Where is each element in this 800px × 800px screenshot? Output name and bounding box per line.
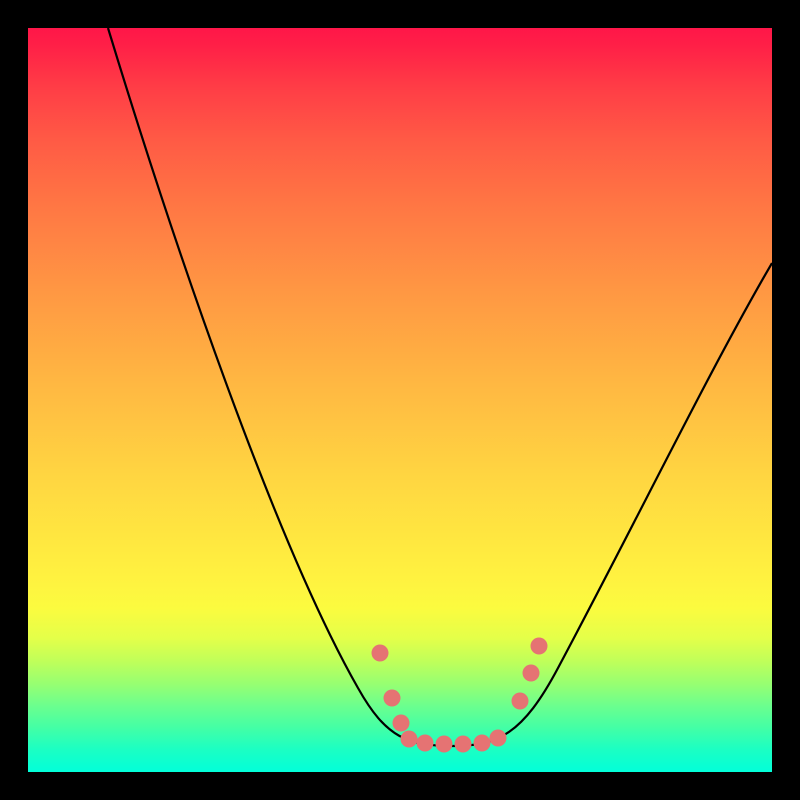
valley-marker	[401, 731, 418, 748]
valley-marker	[436, 736, 453, 753]
valley-marker	[393, 715, 410, 732]
valley-marker	[523, 665, 540, 682]
valley-marker	[455, 736, 472, 753]
chart-plot-area	[28, 28, 772, 772]
valley-marker	[531, 638, 548, 655]
valley-marker	[384, 690, 401, 707]
curve-path	[108, 28, 772, 746]
valley-marker	[512, 693, 529, 710]
valley-marker	[490, 730, 507, 747]
valley-marker	[372, 645, 389, 662]
bottleneck-curve	[28, 28, 772, 772]
valley-marker	[417, 735, 434, 752]
valley-marker	[474, 735, 491, 752]
